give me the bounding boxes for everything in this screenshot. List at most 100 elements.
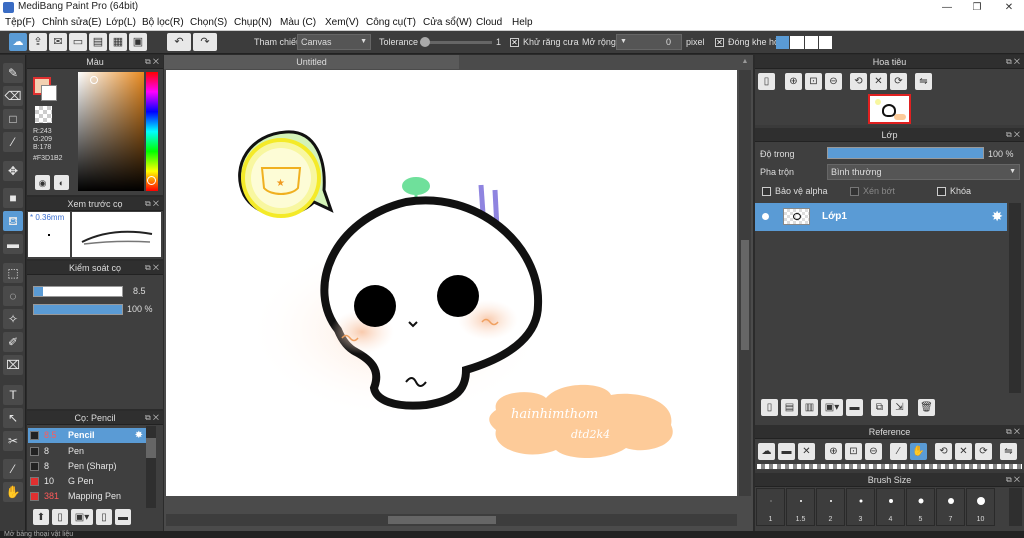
operation-tool-icon[interactable]: ↖ (3, 408, 23, 428)
brush-size-slider[interactable] (33, 286, 123, 297)
lasso-icon[interactable]: ◌ (3, 286, 23, 306)
brush-size-7[interactable]: 7 (936, 488, 965, 526)
text-tool-icon[interactable]: T (3, 385, 23, 405)
rotate-right-icon[interactable]: ⟳ (975, 443, 992, 460)
new-8bit-layer-icon[interactable]: ▥ (801, 399, 818, 416)
fit-icon[interactable]: ⊡ (805, 73, 822, 90)
zoom-out-icon[interactable]: ⊖ (865, 443, 882, 460)
maximize-button[interactable]: ❐ (962, 0, 992, 15)
fit-icon[interactable]: ⊡ (845, 443, 862, 460)
layer-menu-icon[interactable]: ▣▾ (821, 399, 843, 416)
antialias-checkbox[interactable]: ✕ (510, 38, 519, 47)
reference-dropdown[interactable]: Canvas ▼ (297, 34, 371, 50)
brush-size-scrollbar[interactable] (1009, 488, 1022, 526)
flip-horizontal-icon[interactable]: ⇋ (915, 73, 932, 90)
eyedropper-icon[interactable]: ⁄ (3, 459, 23, 479)
hand-icon[interactable]: ✋ (910, 443, 927, 460)
brush-size-3[interactable]: 3 (846, 488, 875, 526)
background-color-swatch[interactable] (41, 85, 57, 101)
layer-opacity-slider[interactable] (827, 147, 984, 159)
color-picker-cursor[interactable] (90, 76, 98, 84)
delete-brush-icon[interactable]: ▯ (96, 509, 112, 525)
delete-layer-icon[interactable]: 🗑 (918, 399, 935, 416)
menu-file[interactable]: Tệp(F) (5, 17, 35, 28)
brush-item-pen-sharp[interactable]: 8 Pen (Sharp) (28, 459, 146, 474)
gap-level-3[interactable] (804, 36, 818, 49)
divide-tool-icon[interactable]: ✂ (3, 431, 23, 451)
hand-tool-icon[interactable]: ✋ (3, 482, 23, 502)
cloud-upload-icon[interactable]: ☁ (758, 443, 775, 460)
rotate-left-icon[interactable]: ⟲ (850, 73, 867, 90)
brush-item-pencil[interactable]: 8.5 Pencil ✸ (28, 428, 146, 443)
brush-size-1-5[interactable]: 1.5 (786, 488, 815, 526)
menu-window[interactable]: Cửa sổ(W) (423, 17, 472, 28)
gap-level-2[interactable] (790, 36, 804, 49)
open-file-icon[interactable]: ▬ (778, 443, 795, 460)
canvas-vertical-scrollbar[interactable] (739, 70, 751, 496)
clipping-checkbox[interactable] (850, 187, 859, 196)
redo-icon[interactable]: ↷ (193, 33, 217, 51)
brush-opacity-slider[interactable] (33, 304, 123, 315)
share-icon[interactable]: ⇪ (29, 33, 47, 51)
brush-menu-icon[interactable]: ▣▾ (71, 509, 93, 525)
hue-slider[interactable] (146, 72, 158, 191)
layer-list-scrollbar[interactable] (1009, 203, 1021, 393)
brush-size-10[interactable]: 10 (966, 488, 995, 526)
tolerance-slider-thumb[interactable] (420, 37, 430, 47)
blend-mode-dropdown[interactable]: Bình thường ▼ (827, 164, 1020, 180)
reset-rotation-icon[interactable]: ✕ (870, 73, 887, 90)
brush-item-mapping-pen[interactable]: 381 Mapping Pen (28, 489, 146, 504)
select-eraser-icon[interactable]: ⌧ (3, 355, 23, 375)
zoom-out-icon[interactable]: ⊖ (825, 73, 842, 90)
scroll-up-icon[interactable]: ▲ (739, 58, 751, 68)
saturation-value-picker[interactable] (78, 72, 144, 191)
menu-layer[interactable]: Lớp(L) (106, 17, 136, 28)
horizontal-scroll-thumb[interactable] (388, 516, 496, 524)
menu-tools[interactable]: Công cụ(T) (366, 17, 416, 28)
menu-edit[interactable]: Chỉnh sửa(E) (42, 17, 102, 28)
drawing-canvas[interactable]: ★ hainhimthom dtd2k4 (166, 70, 737, 496)
bucket-tool-icon[interactable]: ⛾ (3, 211, 23, 231)
visibility-icon[interactable] (762, 213, 769, 220)
gear-icon[interactable]: ✸ (991, 208, 1003, 225)
brush-item-g-pen[interactable]: 10 G Pen (28, 474, 146, 489)
select-pen-icon[interactable]: ✐ (3, 332, 23, 352)
rotate-left-icon[interactable]: ⟲ (935, 443, 952, 460)
new-halftone-layer-icon[interactable]: ▤ (781, 399, 798, 416)
transparent-color-swatch[interactable] (35, 106, 52, 123)
fill-rect-icon[interactable]: ■ (3, 188, 23, 208)
panel-options-icon[interactable]: ⧉ ✕ (145, 197, 159, 211)
menu-filter[interactable]: Bộ lọc(R) (142, 17, 184, 28)
zoom-in-icon[interactable]: ⊕ (825, 443, 842, 460)
expand-input[interactable]: ▼ 0 (616, 34, 682, 50)
folder-icon[interactable]: ▬ (846, 399, 863, 416)
menu-snap[interactable]: Chụp(N) (234, 17, 272, 28)
rotate-right-icon[interactable]: ⟳ (890, 73, 907, 90)
gap-level-1[interactable] (776, 36, 790, 49)
protect-alpha-checkbox[interactable] (762, 187, 771, 196)
panel-options-icon[interactable]: ⧉ ✕ (1006, 425, 1020, 439)
eyedropper-icon[interactable]: ⁄ (890, 443, 907, 460)
brush-tool-icon[interactable]: ✎ (3, 63, 23, 83)
close-gap-level-selector[interactable] (776, 36, 832, 49)
document-icon[interactable]: ▤ (89, 33, 107, 51)
new-brush-icon[interactable]: ▯ (52, 509, 68, 525)
layer-row[interactable]: Lớp1 ✸ (755, 203, 1007, 231)
panel-options-icon[interactable]: ⧉ ✕ (1006, 55, 1020, 69)
panel-options-icon[interactable]: ⧉ ✕ (1006, 473, 1020, 487)
menu-help[interactable]: Help (512, 17, 533, 28)
magic-wand-icon[interactable]: ✧ (3, 309, 23, 329)
canvas-tab[interactable]: Untitled (164, 55, 459, 69)
tolerance-slider[interactable] (420, 37, 492, 47)
close-window-button[interactable]: ✕ (994, 0, 1024, 15)
reset-rotation-icon[interactable]: ✕ (955, 443, 972, 460)
brush-folder-icon[interactable]: ▬ (115, 509, 131, 525)
page-icon[interactable]: ▭ (69, 33, 87, 51)
hue-slider-thumb[interactable] (147, 176, 156, 185)
close-gap-checkbox[interactable]: ✕ (715, 38, 724, 47)
zoom-in-icon[interactable]: ⊕ (785, 73, 802, 90)
color-history-icon[interactable]: ◐ (54, 175, 69, 190)
dotted-pen-icon[interactable]: ⁄ (3, 132, 23, 152)
move-tool-icon[interactable]: ✥ (3, 161, 23, 181)
brush-size-1[interactable]: 1 (756, 488, 785, 526)
